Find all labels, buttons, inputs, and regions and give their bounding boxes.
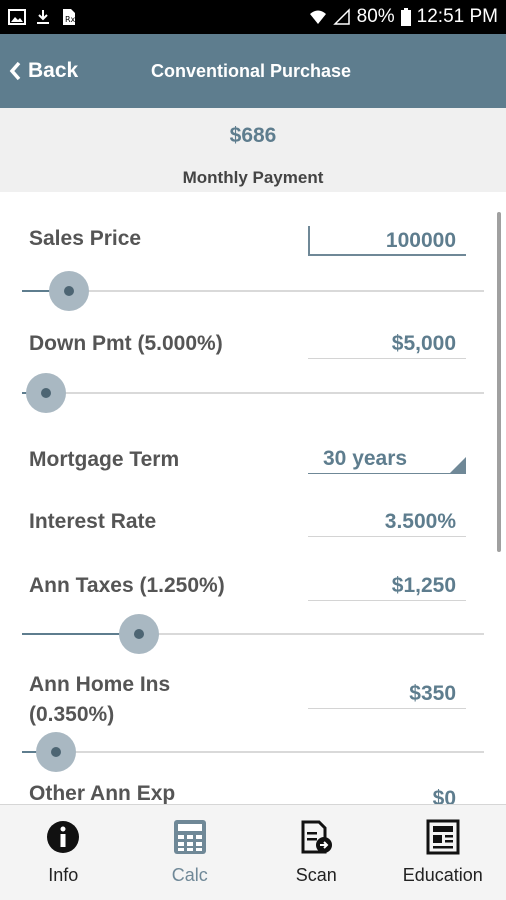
scrollbar[interactable]: [497, 212, 501, 552]
monthly-payment-label: Monthly Payment: [182, 168, 324, 187]
battery-percent: 80%: [356, 6, 395, 27]
battery-icon: [400, 8, 411, 26]
signal-icon: [332, 8, 350, 25]
app-bar: Back Conventional Purchase: [0, 34, 506, 108]
sales-price-slider-thumb[interactable]: [49, 271, 89, 311]
ann-home-ins-input[interactable]: $350: [308, 679, 466, 709]
interest-rate-label: Interest Rate: [29, 510, 157, 533]
clock: 12:51 PM: [416, 6, 498, 27]
ann-home-ins-slider-thumb[interactable]: [36, 732, 76, 772]
thumb-dot: [41, 388, 51, 398]
sales-price-label: Sales Price: [29, 227, 142, 250]
down-pmt-input[interactable]: $5,000: [308, 329, 466, 359]
thumb-dot: [51, 747, 61, 757]
bottom-nav: Info Calc Scan Education: [0, 804, 506, 900]
back-label: Back: [28, 59, 79, 82]
interest-rate-input[interactable]: 3.500%: [308, 507, 466, 537]
ann-home-ins-label-line2: (0.350%): [29, 703, 115, 726]
calculator-form: Sales Price 100000 Down Pmt (5.000%) $5,…: [0, 192, 506, 804]
ann-taxes-label: Ann Taxes (1.250%): [29, 574, 225, 597]
mortgage-term-value: 30 years: [323, 447, 408, 470]
ann-taxes-input[interactable]: $1,250: [308, 571, 466, 601]
download-icon: [37, 10, 49, 24]
other-ann-exp-label: Other Ann Exp: [29, 782, 176, 804]
dropdown-arrow-icon: [450, 457, 466, 473]
chevron-left-icon: [9, 61, 21, 81]
nav-scan-label: Scan: [295, 865, 337, 885]
ann-taxes-slider-thumb[interactable]: [119, 614, 159, 654]
page-title: Conventional Purchase: [151, 60, 352, 81]
down-pmt-slider[interactable]: [22, 392, 484, 394]
nav-scan[interactable]: Scan: [253, 805, 380, 900]
nav-calc-label: Calc: [171, 865, 208, 885]
sales-price-slider[interactable]: [22, 290, 484, 292]
document-icon: Rx: [63, 9, 76, 25]
nav-education[interactable]: Education: [380, 805, 506, 900]
nav-calc[interactable]: Calc: [127, 805, 254, 900]
svg-text:Rx: Rx: [65, 15, 76, 24]
monthly-payment-value: $686: [229, 124, 277, 147]
gallery-notification-icon: [8, 9, 26, 25]
mortgage-term-label: Mortgage Term: [29, 448, 180, 471]
nav-education-label: Education: [402, 865, 483, 885]
status-bar: Rx 80% 12:51 PM: [0, 0, 506, 34]
back-button[interactable]: Back: [8, 34, 78, 108]
ann-home-ins-label-line1: Ann Home Ins: [29, 673, 171, 696]
payment-summary: $686 Monthly Payment: [0, 108, 506, 192]
thumb-dot: [134, 629, 144, 639]
scan-icon: [301, 820, 333, 854]
nav-info[interactable]: Info: [0, 805, 127, 900]
ann-taxes-slider[interactable]: [22, 633, 484, 635]
nav-info-label: Info: [48, 865, 79, 885]
info-icon: [47, 821, 80, 853]
newspaper-icon: [426, 819, 460, 855]
wifi-icon: [309, 10, 326, 24]
down-pmt-slider-thumb[interactable]: [26, 373, 66, 413]
ann-home-ins-label: Ann Home Ins (0.350%): [29, 670, 170, 730]
sales-price-input[interactable]: 100000: [308, 226, 466, 256]
other-ann-exp-input[interactable]: $0: [308, 784, 466, 804]
thumb-dot: [64, 286, 74, 296]
down-pmt-label: Down Pmt (5.000%): [29, 332, 223, 355]
calculator-icon: [173, 820, 206, 854]
ann-home-ins-slider[interactable]: [22, 751, 484, 753]
mortgage-term-select[interactable]: 30 years: [308, 444, 466, 474]
